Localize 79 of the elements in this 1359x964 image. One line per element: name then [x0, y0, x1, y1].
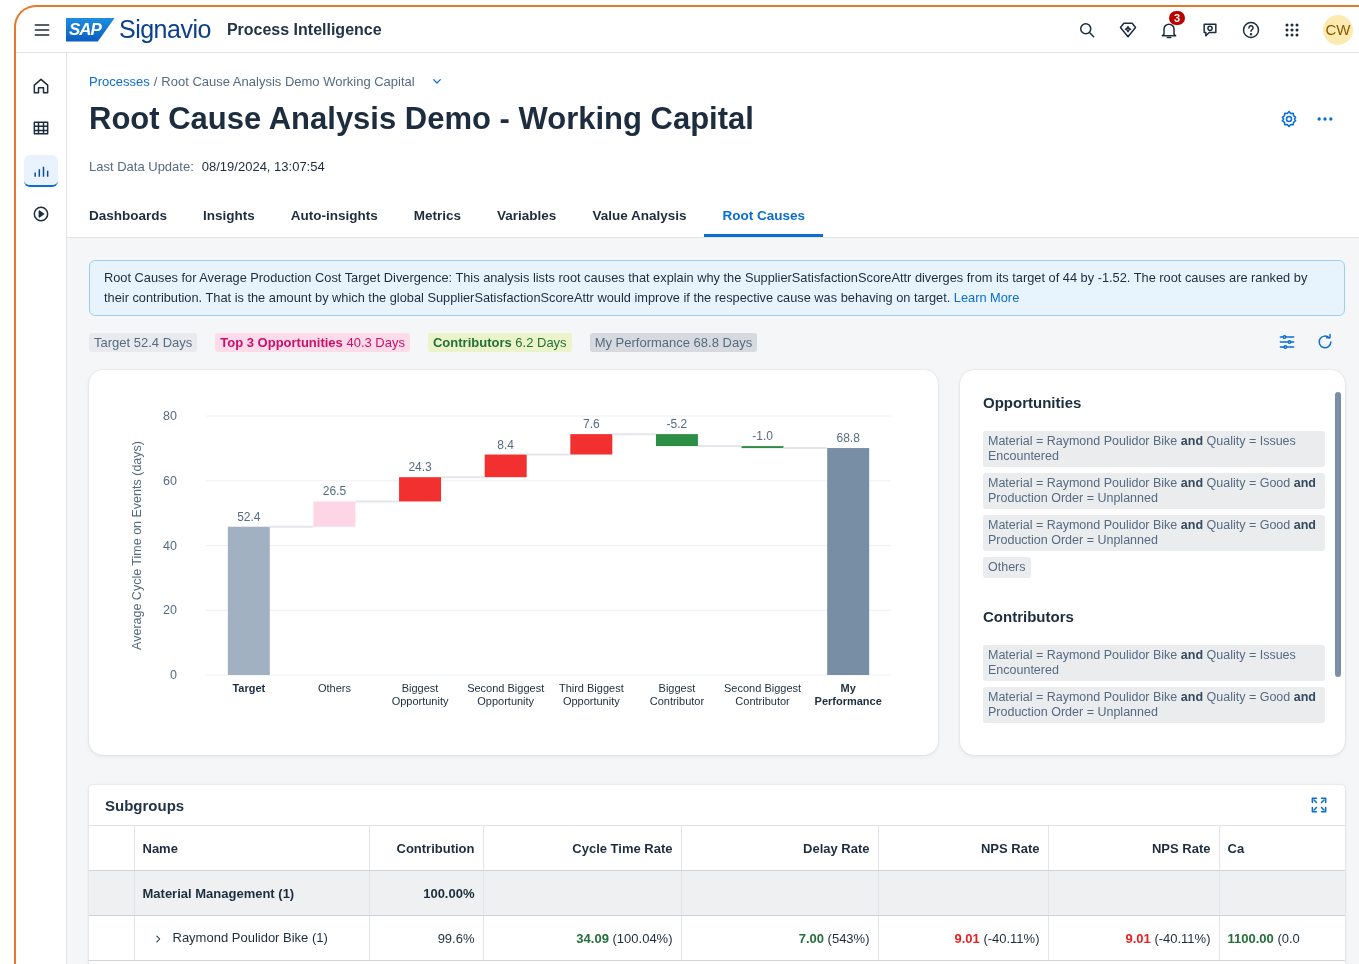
app-name: Signavio — [118, 15, 211, 44]
data-label: -1.0 — [752, 429, 773, 444]
axis-category-label: Third Biggest Opportunity — [558, 682, 624, 707]
expand-icon[interactable] — [1309, 795, 1329, 815]
axis-category-label: Others — [317, 682, 351, 694]
axis-category-label: My Performance — [814, 682, 882, 707]
section-title: Opportunities — [983, 394, 1082, 411]
help-icon[interactable] — [1241, 19, 1261, 40]
data-label: 26.5 — [322, 484, 347, 499]
stat-tag: Top 3 Opportunities 40.3 Days — [215, 332, 410, 352]
table-icon — [31, 118, 51, 138]
axis-tick-label: 0 — [170, 668, 177, 682]
table-cell: 99.6% — [437, 930, 475, 946]
data-label: 24.3 — [408, 460, 432, 475]
table-cell: 100.00% — [423, 885, 475, 901]
play-icon — [31, 204, 51, 224]
cause-tag[interactable]: Material = Raymond Poulidor Bike and Quality = Issues Encountered — [983, 645, 1325, 681]
table-cell: 7.00 (543%) — [798, 930, 870, 946]
axis-category-label: Second Biggest Opportunity — [467, 682, 545, 707]
table-cell: 9.01 (-40.11%) — [1125, 930, 1211, 946]
data-label: 8.4 — [497, 437, 515, 452]
settings-icon[interactable] — [1279, 109, 1299, 129]
axis-tick-label: 80 — [163, 409, 177, 423]
section-title: Contributors — [983, 608, 1074, 625]
breadcrumb-current: Root Cause Analysis Demo Working Capital — [161, 73, 415, 89]
logo-mark: SAP — [66, 17, 115, 42]
data-label: 68.8 — [836, 431, 860, 446]
table-cell: 9.01 (-40.11%) — [954, 930, 1040, 946]
home-icon — [31, 76, 51, 96]
axis-category-label: Biggest Contributor — [649, 682, 705, 707]
tab[interactable]: Dashboards — [71, 208, 186, 237]
learn-more-link[interactable]: Learn More — [953, 290, 1020, 305]
scrollbar-thumb[interactable] — [1335, 392, 1341, 677]
axis-category-label: Biggest Opportunity — [391, 682, 449, 707]
info-text: Root Causes for Average Production Cost Target Divergence: This analysis lists root causes that explain why the SupplierSatisfactionScoreAttr diverges from its target of 44 by -1.52. The root causes are ranked by their contribution. That is the amount by which the global SupplierSatisfactionScoreAttr would improve if the respective cause was behaving on target. Learn More — [104, 269, 1309, 307]
stat-tag: My Performance 68.8 Days — [589, 332, 758, 352]
tab[interactable]: Metrics — [395, 208, 480, 237]
column-header[interactable]: Delay Rate — [681, 826, 878, 871]
page-title: Root Cause Analysis Demo - Working Capital — [89, 101, 754, 137]
table-cell: 1100.00 (0.0 — [1227, 930, 1300, 946]
column-header[interactable]: NPS Rate — [1048, 826, 1219, 871]
tab[interactable]: Auto-insights — [272, 208, 396, 237]
stat-tag: Contributors 6.2 Days — [428, 332, 572, 352]
tab[interactable]: Variables — [479, 208, 575, 237]
sidebar-item[interactable] — [24, 155, 58, 187]
table-cell: Raymond Poulidor Bike (1) — [172, 930, 328, 946]
data-label: -5.2 — [666, 417, 688, 432]
cause-tag[interactable]: Material = Raymond Poulidor Bike and Quality = Good and Production Order = Unplanned — [983, 687, 1325, 723]
tab[interactable]: Insights — [185, 208, 273, 237]
table-cell: Material Management (1) — [142, 885, 295, 901]
cause-tag[interactable]: Material = Raymond Poulidor Bike and Quality = Issues Encountered — [983, 431, 1325, 467]
user-avatar[interactable]: CW — [1323, 14, 1353, 45]
cause-tag[interactable]: Others — [983, 557, 1031, 578]
update-value: 08/19/2024, 13:07:54 — [201, 159, 325, 174]
cause-tag[interactable]: Material = Raymond Poulidor Bike and Quality = Good and Production Order = Unplanned — [983, 515, 1325, 551]
filter-sliders-icon[interactable] — [1277, 332, 1297, 352]
axis-category-label: Second Biggest Contributor — [724, 682, 802, 707]
breadcrumb-link[interactable]: Processes — [89, 73, 150, 89]
y-axis-title: Average Cycle Time on Events (days) — [130, 441, 144, 650]
axis-tick-label: 40 — [163, 538, 177, 553]
column-header[interactable]: Name — [134, 826, 369, 871]
product-name: Process Intelligence — [226, 20, 382, 39]
data-label: 7.6 — [582, 417, 600, 432]
stat-tag: Target 52.4 Days — [89, 332, 198, 352]
data-label: 52.4 — [237, 509, 261, 524]
column-header[interactable]: NPS Rate — [878, 826, 1048, 871]
table-cell: 34.09 (100.04%) — [576, 930, 673, 946]
axis-category-label: Target — [232, 682, 266, 694]
column-header[interactable]: Ca — [1219, 826, 1345, 871]
column-header[interactable]: Cycle Time Rate — [483, 826, 681, 871]
card-title: Subgroups — [105, 796, 185, 814]
update-label: Last Data Update: — [89, 159, 194, 174]
axis-tick-label: 20 — [163, 603, 177, 618]
breadcrumb-separator: / — [153, 73, 158, 89]
notification-badge: 3 — [1169, 10, 1186, 25]
tab[interactable]: Value Analysis — [574, 208, 705, 237]
column-header[interactable]: Contribution — [369, 826, 483, 871]
axis-tick-label: 60 — [163, 473, 177, 488]
cause-tag[interactable]: Material = Raymond Poulidor Bike and Quality = Good and Production Order = Unplanned — [983, 473, 1325, 509]
